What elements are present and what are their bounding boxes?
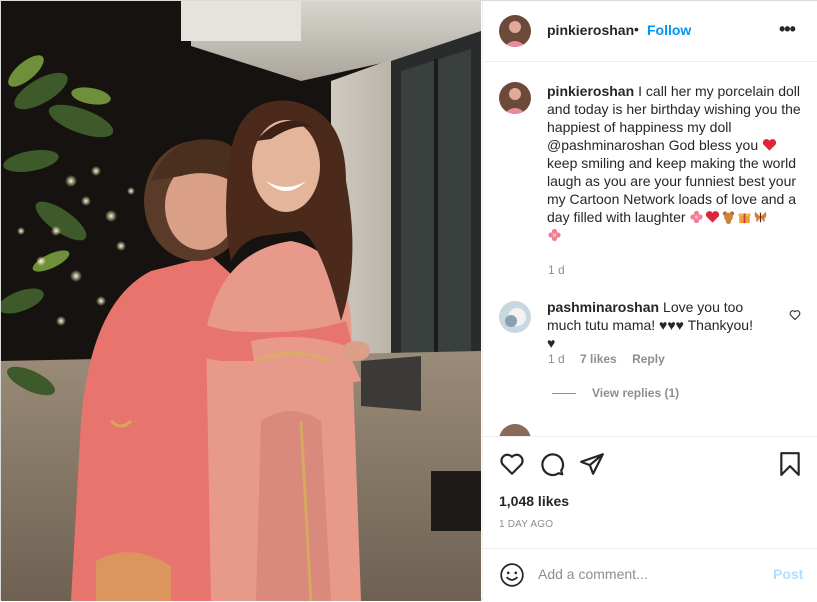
view-replies-label: View replies (1) bbox=[592, 386, 680, 400]
separator-dot: • bbox=[634, 21, 639, 37]
comment-meta: 1 d 7 likes Reply bbox=[548, 352, 677, 366]
commenter-avatar[interactable] bbox=[499, 301, 531, 333]
add-comment-input[interactable]: Add a comment... bbox=[538, 566, 758, 582]
post-photo[interactable] bbox=[1, 1, 481, 601]
post-comment-button[interactable]: Post bbox=[773, 566, 803, 582]
caption-author-avatar[interactable] bbox=[499, 82, 531, 114]
add-comment-bar: Add a comment... Post bbox=[483, 548, 817, 602]
post-age[interactable]: 1 DAY AGO bbox=[499, 519, 553, 530]
share-icon[interactable] bbox=[579, 451, 605, 477]
small-heart-icon[interactable] bbox=[789, 309, 801, 321]
post-card: pinkieroshan • Follow ••• pinkieroshan I … bbox=[0, 0, 817, 601]
view-replies-button[interactable]: View replies (1) bbox=[552, 386, 679, 400]
flower-emoji-icon bbox=[690, 210, 704, 224]
author-username[interactable]: pinkieroshan bbox=[547, 22, 634, 38]
comment-icon[interactable] bbox=[539, 451, 565, 477]
heart-icon[interactable] bbox=[499, 451, 525, 477]
caption-timestamp[interactable]: 1 d bbox=[548, 263, 565, 277]
reply-button[interactable]: Reply bbox=[632, 352, 665, 366]
next-commenter-avatar[interactable] bbox=[499, 424, 531, 436]
flower-emoji-icon bbox=[548, 228, 561, 242]
author-avatar[interactable] bbox=[499, 15, 531, 47]
red-heart-emoji-icon bbox=[762, 139, 777, 151]
caption-username[interactable]: pinkieroshan bbox=[547, 83, 634, 99]
comment-text: pashminaroshan Love you too much tutu mam… bbox=[547, 298, 762, 352]
bookmark-icon[interactable] bbox=[777, 451, 803, 477]
post-actions: 1,048 likes 1 DAY AGO bbox=[483, 436, 817, 549]
post-side-panel: pinkieroshan • Follow ••• pinkieroshan I … bbox=[482, 1, 817, 601]
replies-divider bbox=[552, 393, 576, 395]
post-header: pinkieroshan • Follow ••• bbox=[483, 1, 817, 62]
emoji-icon[interactable] bbox=[499, 562, 525, 588]
comment-timestamp[interactable]: 1 d bbox=[548, 352, 565, 366]
teddy-bear-emoji-icon bbox=[723, 211, 735, 224]
likes-count[interactable]: 1,048 likes bbox=[499, 493, 569, 509]
commenter-username[interactable]: pashminaroshan bbox=[547, 299, 659, 315]
comments-list[interactable]: pinkieroshan I call her my porcelain doll… bbox=[483, 62, 817, 436]
red-heart-emoji-icon bbox=[706, 211, 720, 223]
comment-likes[interactable]: 7 likes bbox=[580, 352, 617, 366]
caption-text: pinkieroshan I call her my porcelain doll… bbox=[547, 82, 805, 244]
butterfly-emoji-icon bbox=[755, 211, 767, 223]
photo-illustration bbox=[1, 1, 481, 601]
more-options-button[interactable]: ••• bbox=[779, 19, 796, 40]
follow-button[interactable]: Follow bbox=[647, 22, 691, 38]
gift-emoji-icon bbox=[738, 213, 752, 224]
